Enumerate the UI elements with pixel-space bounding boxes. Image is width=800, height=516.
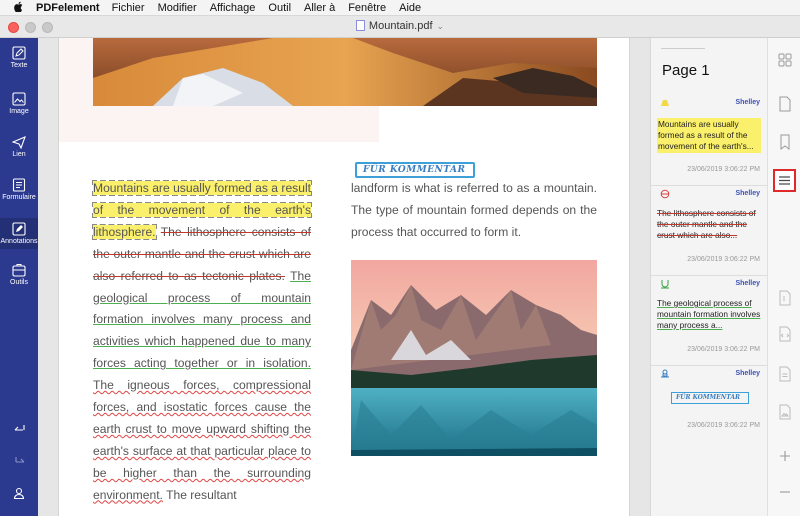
tool-annotations-label: Annotations [0, 238, 38, 245]
pdf-file-icon [355, 20, 365, 31]
comments-page-header: Page 1 [662, 62, 710, 79]
mountain-lake-image[interactable] [351, 260, 597, 456]
comment-author: Shelley [735, 280, 760, 287]
menu-modifier[interactable]: Modifier [158, 2, 197, 14]
thumbnails-icon[interactable] [777, 52, 793, 68]
form-icon [12, 178, 26, 192]
document-title[interactable]: Mountain.pdf ⌄ [0, 20, 800, 32]
menu-bar: PDFelement Fichier Modifier Affichage Ou… [0, 0, 800, 16]
tool-image-label: Image [9, 108, 29, 115]
zoom-in-icon[interactable] [777, 448, 793, 464]
menu-affichage[interactable]: Affichage [210, 2, 256, 14]
window-titlebar: Mountain.pdf ⌄ [0, 16, 800, 38]
comment-text: The geological process of mountain forma… [657, 298, 761, 330]
pencil-icon [12, 46, 26, 60]
comment-date: 23/06/2019 3:06:22 PM [687, 256, 760, 263]
tool-form-label: Formulaire [2, 194, 36, 201]
account-button[interactable] [0, 486, 38, 504]
file-image-icon[interactable] [777, 404, 793, 420]
redo-button[interactable] [0, 452, 38, 470]
comment-stamp-preview: FÜR KOMMENTAR [671, 392, 749, 404]
menu-fenetre[interactable]: Fenêtre [348, 2, 386, 14]
undo-button[interactable] [0, 420, 38, 438]
chevron-down-icon[interactable]: ⌄ [437, 21, 445, 31]
comment-date: 23/06/2019 3:06:22 PM [687, 346, 760, 353]
send-link-icon [12, 136, 26, 149]
apple-icon[interactable] [12, 1, 26, 15]
pdf-page[interactable]: Mountains are usually formed as a result… [58, 38, 630, 516]
tool-link-label: Lien [12, 151, 26, 158]
comment-text: Mountains are usually formed as a result… [657, 118, 761, 153]
tool-annotations[interactable]: Annotations [0, 218, 38, 249]
tool-form[interactable]: Formulaire [0, 178, 38, 201]
tool-image[interactable]: Image [0, 92, 38, 115]
comment-author: Shelley [735, 99, 760, 106]
stamp-annotation[interactable]: FÜR KOMMENTAR [355, 162, 475, 178]
image-icon [12, 92, 26, 106]
tool-link[interactable]: Lien [0, 135, 38, 158]
mountain-header-image[interactable] [93, 38, 597, 106]
menu-outil[interactable]: Outil [268, 2, 291, 14]
comment-date: 23/06/2019 3:06:22 PM [687, 422, 760, 429]
user-icon [13, 487, 25, 500]
paragraph-text: The igneous forces, compressional forces… [93, 378, 311, 502]
toolbox-icon [12, 264, 26, 277]
comment-author: Shelley [735, 190, 760, 197]
bookmark-icon[interactable] [777, 134, 793, 150]
file-code-icon[interactable] [777, 326, 793, 342]
annotation-icon [12, 222, 26, 236]
tool-text[interactable]: Texte [0, 46, 38, 69]
menu-fichier[interactable]: Fichier [112, 2, 145, 14]
menu-aller[interactable]: Aller à [304, 2, 335, 14]
left-text-column[interactable]: Mountains are usually formed as a result… [92, 178, 312, 507]
list-icon [779, 176, 790, 185]
right-icon-strip [767, 38, 800, 516]
underlined-text[interactable]: The geological process of mountain forma… [93, 269, 311, 371]
right-text-column: landform is what is referred to as a mou… [351, 181, 597, 239]
strikethrough-icon [660, 189, 670, 199]
comments-list-button[interactable] [773, 169, 796, 192]
comment-item-highlight[interactable]: Shelley Mountains are usually formed as … [651, 96, 768, 186]
tool-sidebar: Texte Image Lien Formulaire Annotations … [0, 38, 38, 516]
tool-tools-label: Outils [10, 279, 28, 286]
tool-text-label: Texte [10, 62, 28, 69]
comment-item-strikethrough[interactable]: Shelley The lithosphere consists of the … [651, 186, 768, 276]
menu-aide[interactable]: Aide [399, 2, 421, 14]
comment-date: 23/06/2019 3:06:22 PM [687, 166, 760, 173]
redo-icon [15, 457, 25, 463]
file-text-icon[interactable] [777, 366, 793, 382]
paragraph-text-tail: The resultant [166, 487, 237, 502]
undo-icon [14, 425, 25, 431]
comments-panel: Page 1 Shelley Mountains are usually for… [650, 38, 768, 516]
comment-item-stamp[interactable]: Shelley FÜR KOMMENTAR 23/06/2019 3:06:22… [651, 366, 768, 436]
file-zip-icon[interactable] [777, 290, 793, 306]
document-title-text: Mountain.pdf [368, 20, 433, 32]
document-canvas[interactable]: Mountains are usually formed as a result… [38, 38, 650, 516]
stamp-icon [661, 369, 669, 378]
highlight-icon [661, 100, 669, 106]
comment-text: The lithosphere consists of the outer ma… [657, 208, 756, 240]
panel-divider [661, 48, 705, 49]
comment-author: Shelley [735, 370, 760, 377]
comment-item-underline[interactable]: Shelley The geological process of mounta… [651, 276, 768, 366]
tool-tools[interactable]: Outils [0, 263, 38, 286]
page-icon[interactable] [777, 96, 793, 112]
app-name-menu[interactable]: PDFelement [36, 2, 100, 14]
underline-icon [661, 280, 669, 289]
zoom-out-icon[interactable] [777, 484, 793, 500]
